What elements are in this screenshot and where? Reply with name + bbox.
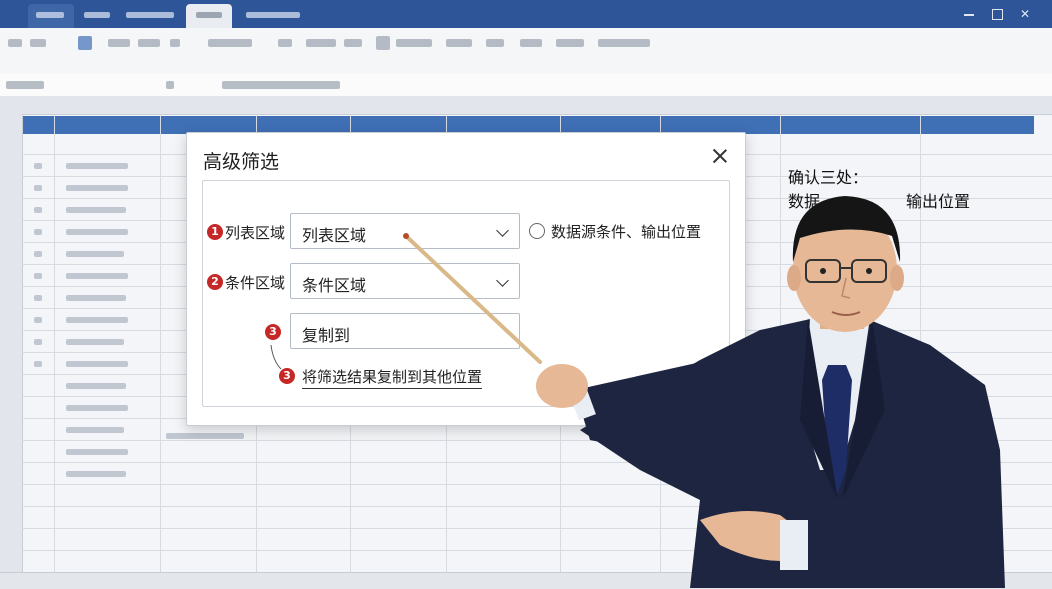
criteria-range-label: 条件区域 — [225, 274, 286, 292]
window-controls[interactable]: ✕ — [960, 6, 1040, 22]
annotation-line-1: 确认三处： — [788, 168, 869, 187]
app-tab[interactable] — [240, 4, 304, 28]
step-badge-1: 1 — [207, 224, 223, 240]
close-icon[interactable] — [709, 145, 731, 167]
step-badge-2: 2 — [207, 274, 223, 290]
copy-to-field[interactable]: 复制到 — [290, 313, 520, 349]
step-badge-3b: 3 — [279, 368, 295, 384]
app-tab[interactable] — [28, 4, 74, 28]
radio-icon[interactable] — [529, 223, 545, 239]
list-range-value: 列表区域 — [302, 226, 367, 245]
app-tab-bar: ✕ — [0, 0, 1052, 28]
status-bar — [0, 572, 1052, 589]
annotation-line-2-right: 输出位置 — [906, 192, 971, 211]
criteria-range-field[interactable]: 条件区域 — [290, 263, 520, 299]
app-tab[interactable] — [80, 4, 114, 28]
copy-to-value: 复制到 — [302, 326, 351, 345]
column-header-row — [0, 96, 1052, 115]
annotation-line-2-left: 数据 — [788, 192, 821, 211]
app-tab[interactable] — [122, 4, 178, 28]
list-range-label: 列表区域 — [225, 224, 286, 242]
copy-results-option[interactable]: 将筛选结果复制到其他位置 — [302, 366, 483, 389]
criteria-range-value: 条件区域 — [302, 276, 367, 295]
dialog-title: 高级筛选 — [203, 151, 280, 173]
ribbon-toolbar — [0, 28, 1052, 75]
chevron-down-icon[interactable] — [496, 274, 509, 287]
row-header-column — [0, 114, 23, 588]
chevron-down-icon[interactable] — [496, 224, 509, 237]
app-tab[interactable] — [186, 4, 232, 28]
formula-bar[interactable] — [0, 74, 1052, 97]
radio-option-label: 数据源条件、输出位置 — [551, 223, 702, 241]
advanced-filter-dialog: 高级筛选 1 列表区域 列表区域 数据源条件、输出位置 2 条件区域 条件区域 … — [186, 132, 746, 426]
list-range-field[interactable]: 列表区域 — [290, 213, 520, 249]
step-badge-3: 3 — [265, 324, 281, 340]
